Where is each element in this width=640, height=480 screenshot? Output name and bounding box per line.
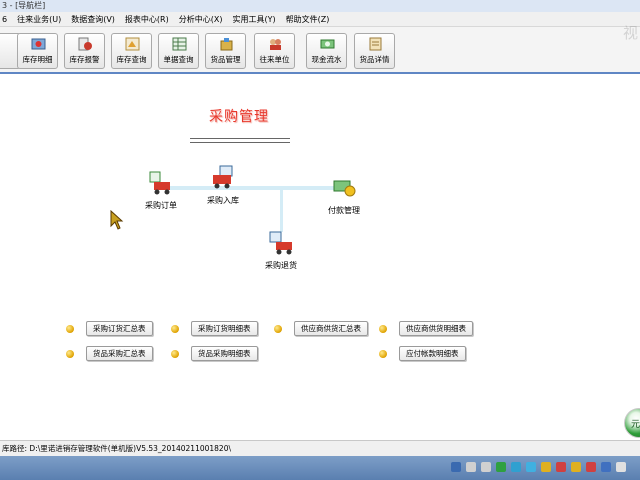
purchase-order-detail-button[interactable]: 采购订货明细表 [191, 321, 258, 336]
tray-icon[interactable] [586, 462, 596, 472]
report-item: 供应商供货汇总表 [274, 321, 368, 336]
menu-item-partial[interactable]: 6 [2, 15, 7, 24]
tray-icon[interactable] [466, 462, 476, 472]
goods-management-button[interactable]: 货品管理 [205, 33, 246, 69]
document-query-button[interactable]: 单据查询 [158, 33, 199, 69]
supplier-supply-summary-button[interactable]: 供应商供货汇总表 [294, 321, 368, 336]
tray-icon[interactable] [616, 462, 626, 472]
status-path: 库路径: D:\里诺进销存管理软件(单机版)V5.53_201402110018… [2, 444, 232, 453]
bullet-icon [171, 349, 179, 358]
goods-purchase-detail-button[interactable]: 货品采购明细表 [191, 346, 258, 361]
flow-node-payment-management[interactable]: 付款管理 [324, 175, 364, 216]
cash-flow-label: 现金流水 [311, 55, 342, 64]
report-item: 货品采购汇总表 [66, 346, 153, 361]
report-item: 供应商供货明细表 [379, 321, 473, 336]
contacts-icon [270, 39, 281, 50]
goods-detail-icon [369, 37, 382, 51]
menu-item-business[interactable]: 往来业务(U) [17, 14, 61, 25]
corner-badge[interactable]: 元 [624, 408, 640, 438]
stock-query-label: 库存查询 [116, 55, 147, 64]
corner-badge-text: 元 [631, 420, 640, 430]
payment-management-label: 付款管理 [328, 206, 360, 215]
contacts-label: 往来单位 [259, 55, 290, 64]
bullet-icon [379, 349, 387, 358]
tray-icon[interactable] [481, 462, 491, 472]
tray-icon[interactable] [451, 462, 461, 472]
inventory-detail-button[interactable]: 库存明细 [17, 33, 58, 69]
report-item: 采购订货明细表 [171, 321, 258, 336]
supplier-supply-detail-button[interactable]: 供应商供货明细表 [399, 321, 473, 336]
window-title: 3 - [导航栏] [2, 1, 46, 10]
toolbar: 库存明细 库存报警 库存查询 单据查询 货品管理 往来单位 现金流水 货品详情 [0, 27, 640, 74]
tray-icon[interactable] [571, 462, 581, 472]
goods-purchase-summary-button[interactable]: 货品采购汇总表 [86, 346, 153, 361]
purchase-order-icon [149, 171, 170, 195]
tray-icon[interactable] [541, 462, 551, 472]
bullet-icon [66, 324, 74, 333]
goods-detail-label: 货品详情 [359, 55, 390, 64]
status-bar: 库路径: D:\里诺进销存管理软件(单机版)V5.53_201402110018… [0, 440, 640, 457]
contacts-button[interactable]: 往来单位 [254, 33, 295, 69]
bullet-icon [171, 324, 179, 333]
taskbar [0, 456, 640, 480]
inventory-detail-icon [31, 38, 46, 50]
stock-alarm-label: 库存报警 [69, 55, 100, 64]
menu-item-tools[interactable]: 实用工具(Y) [232, 14, 275, 25]
menu-item-analysis-center[interactable]: 分析中心(X) [179, 14, 223, 25]
payment-management-icon [333, 180, 356, 197]
bullet-icon [379, 324, 387, 333]
document-query-icon [172, 37, 187, 51]
cash-flow-icon [320, 39, 335, 49]
purchase-return-label: 采购退货 [265, 261, 297, 270]
tray-icon[interactable] [526, 462, 536, 472]
title-underline [190, 138, 290, 143]
flow-connector-vertical [280, 188, 283, 232]
menu-item-data-query[interactable]: 数据查询(V) [71, 14, 115, 25]
menu-bar: 6 往来业务(U) 数据查询(V) 报表中心(R) 分析中心(X) 实用工具(Y… [0, 12, 640, 27]
purchase-order-label: 采购订单 [145, 201, 177, 210]
document-query-label: 单据查询 [163, 55, 194, 64]
report-item: 采购订货汇总表 [66, 321, 153, 336]
stock-query-icon [125, 37, 140, 51]
purchase-receipt-icon [213, 165, 233, 189]
stock-query-button[interactable]: 库存查询 [111, 33, 152, 69]
watermark: 视 [622, 24, 638, 42]
purchase-receipt-label: 采购入库 [207, 196, 239, 205]
bullet-icon [274, 324, 282, 333]
goods-management-icon [220, 38, 233, 51]
menu-item-report-center[interactable]: 报表中心(R) [125, 14, 169, 25]
flow-node-purchase-return[interactable]: 采购退货 [262, 230, 300, 271]
cash-flow-button[interactable]: 现金流水 [306, 33, 347, 69]
goods-management-label: 货品管理 [210, 55, 241, 64]
inventory-detail-label: 库存明细 [22, 55, 53, 64]
tray-icon[interactable] [556, 462, 566, 472]
stock-alarm-icon [78, 37, 92, 51]
tray-icon[interactable] [496, 462, 506, 472]
flow-node-purchase-receipt[interactable]: 采购入库 [202, 165, 244, 206]
report-item: 货品采购明细表 [171, 346, 258, 361]
tray-icon[interactable] [511, 462, 521, 472]
goods-detail-button[interactable]: 货品详情 [354, 33, 395, 69]
flow-connector-horizontal [168, 186, 344, 190]
title-bar: 3 - [导航栏] [0, 0, 640, 12]
tray-icon[interactable] [601, 462, 611, 472]
stock-alarm-button[interactable]: 库存报警 [64, 33, 105, 69]
purchase-order-summary-button[interactable]: 采购订货汇总表 [86, 321, 153, 336]
report-item: 应付帐款明细表 [379, 346, 466, 361]
flow-node-purchase-order[interactable]: 采购订单 [142, 170, 180, 211]
system-tray [446, 462, 626, 472]
purchase-return-icon [269, 231, 292, 255]
section-title: 采购管理 [209, 109, 269, 125]
mouse-cursor-icon [110, 210, 124, 230]
menu-item-help[interactable]: 帮助文件(Z) [286, 14, 330, 25]
bullet-icon [66, 349, 74, 358]
accounts-payable-detail-button[interactable]: 应付帐款明细表 [399, 346, 466, 361]
